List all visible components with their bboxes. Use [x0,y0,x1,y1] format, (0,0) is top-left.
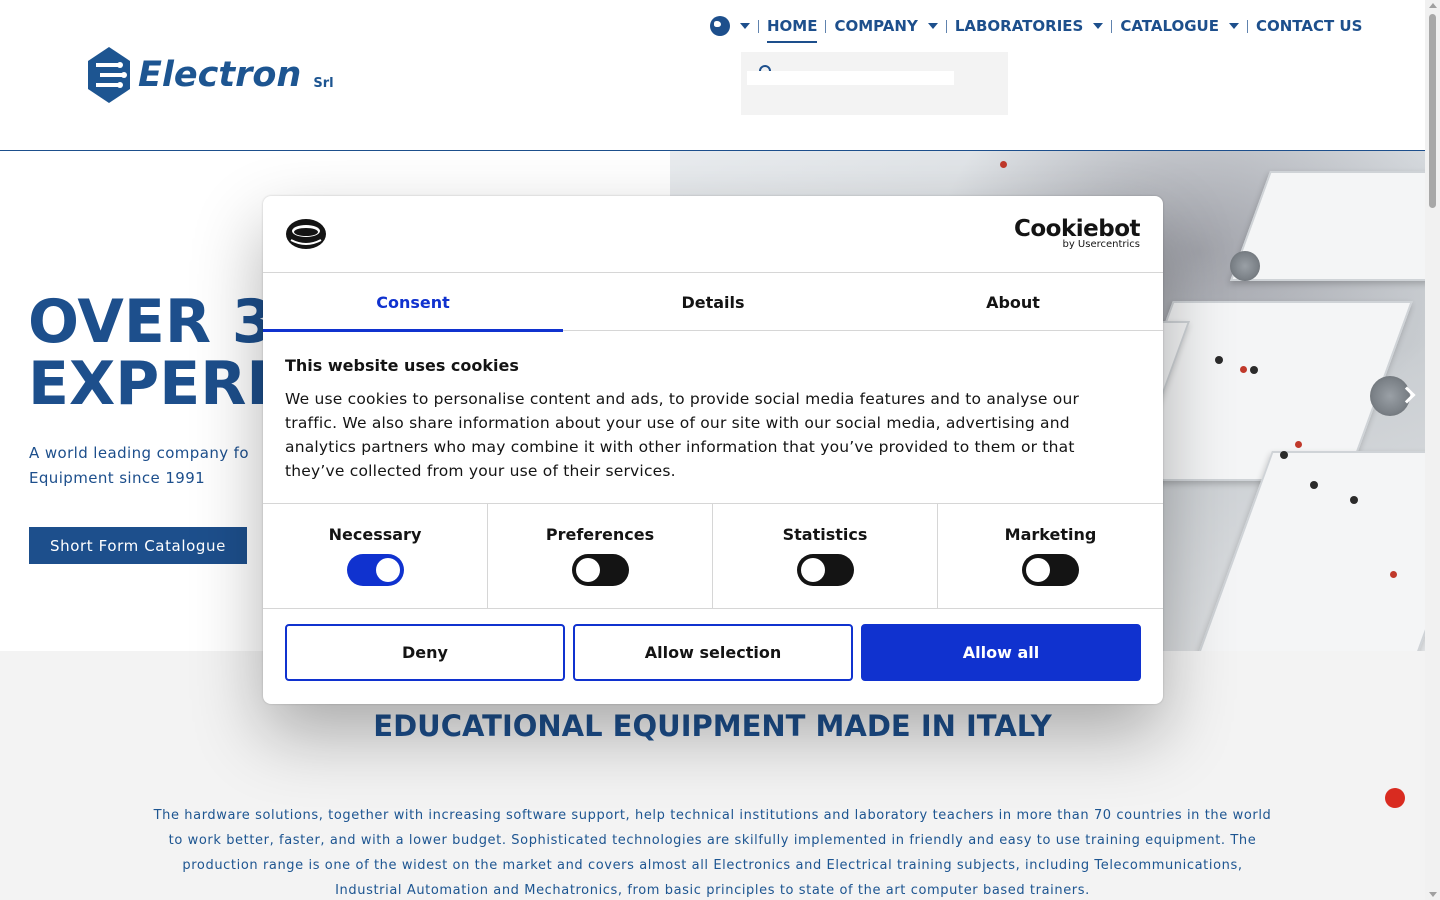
hero-title-line-2: EXPERI [28,349,269,419]
nav-home[interactable]: HOME [767,17,818,43]
main-nav: HOME COMPANY LABORATORIES CATALOGUE CONT… [710,14,1362,43]
chevron-down-icon [1228,23,1239,29]
search-input[interactable] [747,71,954,85]
lab-led-image [1295,441,1302,448]
cookie-buttons: Deny Allow selection Allow all [285,624,1141,681]
nav-divider [825,19,827,33]
hero-subtitle-line-1: A world leading company fo [29,444,249,462]
hero-title-line-1: OVER 3 [28,287,274,357]
lab-led-image [1240,366,1247,373]
electron-logo-icon [88,47,130,103]
cookie-consent-dialog: Cookiebot by Usercentrics Consent Detail… [263,196,1163,704]
nav-laboratories[interactable]: LABORATORIES [955,17,1104,35]
nav-laboratories-label: LABORATORIES [954,17,1084,35]
cookie-description: This website uses cookies We use cookies… [285,356,1105,483]
toggle-marketing-cell: Marketing [938,504,1163,608]
toggle-preferences-switch[interactable] [571,554,629,586]
switch-knob [800,558,825,582]
nav-company-label: COMPANY [834,17,918,35]
hero-subtitle: A world leading company fo Equipment sin… [29,441,289,491]
nav-catalogue[interactable]: CATALOGUE [1120,17,1239,35]
scrollbar-thumb[interactable] [1429,14,1436,208]
logo-text: Electron [138,55,302,95]
toggle-statistics-label: Statistics [782,525,868,544]
search-box [741,52,1008,115]
nav-divider [1246,19,1248,33]
lab-panel-image [1188,451,1425,651]
cookie-heading: This website uses cookies [285,356,519,375]
toggle-preferences-cell: Preferences [488,504,713,608]
toggle-preferences-label: Preferences [545,525,655,544]
lab-motor-image [1230,251,1260,281]
nav-home-label: HOME [767,17,818,35]
deny-button[interactable]: Deny [285,624,565,681]
toggle-marketing-switch[interactable] [1022,554,1079,586]
cookiebot-logo[interactable]: Cookiebot by Usercentrics [1014,216,1141,250]
switch-knob [575,558,600,582]
toggle-statistics-switch[interactable] [796,554,854,586]
lab-knob-image [1350,496,1358,504]
switch-knob [375,558,400,582]
allow-all-button[interactable]: Allow all [861,624,1141,681]
site-header: Electron Srl HOME COMPANY LABORATORIES C… [0,0,1425,151]
cookie-text: We use cookies to personalise content an… [285,390,1080,480]
toggle-statistics-cell: Statistics [713,504,938,608]
lab-knob-image [1250,366,1258,374]
tab-details[interactable]: Details [563,273,863,331]
hero-subtitle-line-2: Equipment since 1991 [29,469,206,487]
toggle-necessary-label: Necessary [328,525,422,544]
lab-knob-image [1280,451,1288,459]
chevron-down-icon [1093,23,1104,29]
lab-led-image [1000,161,1007,168]
cookie-category-toggles: Necessary Preferences Statistics Marketi… [263,503,1163,609]
switch-knob [1026,558,1050,582]
language-selector[interactable] [710,16,750,36]
section-heading: EDUCATIONAL EQUIPMENT MADE IN ITALY [373,709,1052,743]
site-logo-icon [286,219,326,249]
toggle-necessary-cell: Necessary [263,504,488,608]
chevron-down-icon [740,23,750,29]
scroll-down-icon[interactable] [1429,892,1437,897]
nav-company[interactable]: COMPANY [834,17,938,35]
nav-divider [1111,19,1113,33]
nav-divider [758,19,759,33]
site-logo[interactable]: Electron Srl [86,45,334,105]
allow-selection-button[interactable]: Allow selection [573,624,853,681]
logo-suffix: Srl [313,76,334,91]
section-body: The hardware solutions, together with in… [153,808,1272,898]
hero-title: OVER 3 EXPERI [28,291,274,415]
nav-catalogue-label: CATALOGUE [1120,17,1219,35]
cookie-dialog-header: Cookiebot by Usercentrics [263,196,1163,273]
globe-icon [710,16,730,36]
lab-knob-image [1215,356,1223,364]
nav-contact-us[interactable]: CONTACT US [1256,17,1362,35]
tab-about[interactable]: About [863,273,1163,331]
toggle-necessary-switch[interactable] [346,554,404,586]
toggle-marketing-label: Marketing [1004,525,1097,544]
short-form-catalogue-button[interactable]: Short Form Catalogue [29,527,247,564]
page-scrollbar[interactable] [1425,0,1440,900]
cookie-tabs: Consent Details About [263,273,1163,332]
chevron-down-icon [927,23,938,29]
lab-led-image [1390,571,1397,578]
nav-divider [945,19,947,33]
tab-consent[interactable]: Consent [263,273,563,332]
lab-knob-image [1310,481,1318,489]
scroll-up-icon[interactable] [1429,3,1437,8]
chat-widget-icon[interactable] [1385,788,1405,808]
nav-contact-us-label: CONTACT US [1255,17,1363,35]
